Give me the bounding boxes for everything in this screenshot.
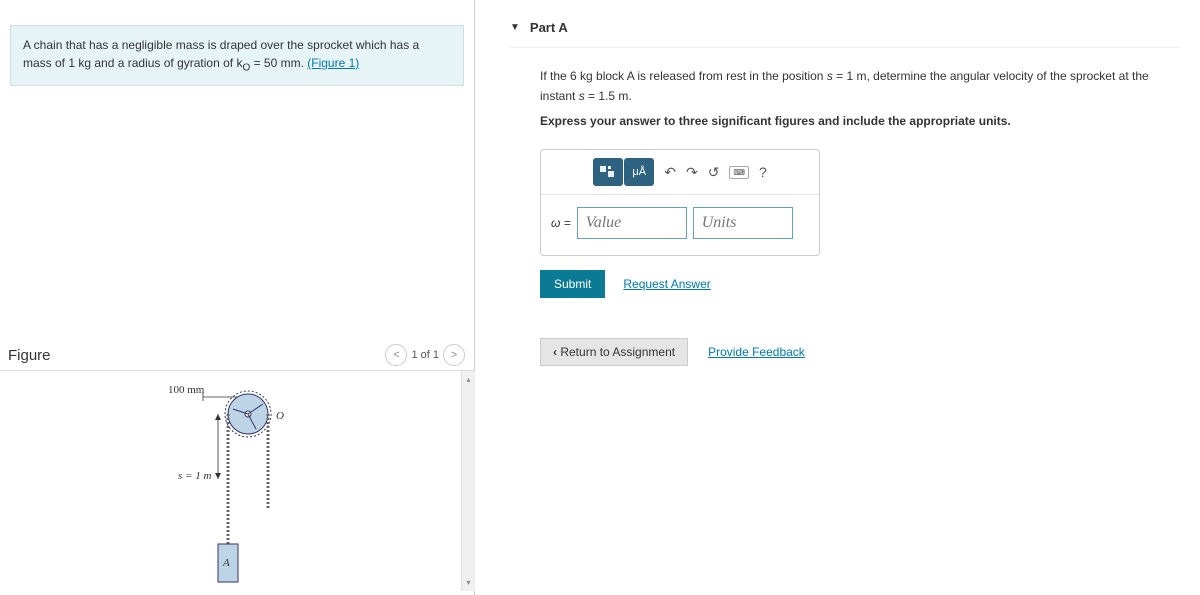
equals-text: = (560, 216, 570, 230)
units-input[interactable] (693, 207, 793, 239)
figure-svg: 100 mm O s = 1 m A (148, 379, 328, 589)
caret-down-icon: ▼ (510, 22, 520, 33)
question-text: If the 6 kg block A is released from res… (540, 66, 1180, 107)
figure-nav: < 1 of 1 > (385, 344, 465, 366)
templates-button[interactable] (593, 158, 623, 186)
problem-text-2: = 50 mm. (250, 56, 307, 70)
fig-label-a: A (222, 557, 230, 569)
value-input[interactable] (577, 207, 687, 239)
part-body: If the 6 kg block A is released from res… (510, 48, 1180, 366)
fig-label-100mm: 100 mm (168, 384, 205, 396)
part-header[interactable]: ▼ Part A (510, 10, 1180, 48)
figure-next-button[interactable]: > (443, 344, 465, 366)
request-answer-link[interactable]: Request Answer (623, 277, 710, 291)
figure-counter: 1 of 1 (411, 349, 439, 361)
submit-row: Submit Request Answer (540, 270, 1180, 298)
fig-label-s: s = 1 m (178, 470, 211, 482)
answer-hint: Express your answer to three significant… (540, 111, 1180, 131)
variable-label: ω = (551, 216, 571, 230)
triangle-up-icon: ▴ (466, 375, 470, 384)
figure-section: Figure < 1 of 1 > 100 mm O (0, 340, 475, 595)
return-row: Return to Assignment Provide Feedback (540, 338, 1180, 366)
figure-title: Figure (8, 347, 51, 364)
q-s2-eq: = 1.5 m. (585, 89, 632, 103)
right-panel: ▼ Part A If the 6 kg block A is released… (490, 0, 1200, 376)
answer-toolbar: μÅ ↶ ↷ ↺ ⌨ ? (541, 150, 819, 195)
figure-prev-button[interactable]: < (385, 344, 407, 366)
fig-label-o: O (276, 410, 284, 422)
templates-icon (599, 165, 617, 179)
problem-statement: A chain that has a negligible mass is dr… (10, 25, 464, 86)
keyboard-button[interactable]: ⌨ (729, 166, 749, 179)
feedback-link[interactable]: Provide Feedback (708, 345, 805, 359)
redo-button[interactable]: ↷ (686, 164, 698, 181)
answer-box: μÅ ↶ ↷ ↺ ⌨ ? ω = (540, 149, 820, 256)
reset-button[interactable]: ↺ (708, 164, 720, 181)
left-panel: A chain that has a negligible mass is dr… (0, 0, 475, 595)
return-button[interactable]: Return to Assignment (540, 338, 688, 366)
help-button[interactable]: ? (759, 164, 767, 180)
submit-button[interactable]: Submit (540, 270, 605, 298)
template-buttons: μÅ (593, 158, 654, 186)
input-row: ω = (541, 195, 819, 255)
figure-link[interactable]: (Figure 1) (307, 56, 359, 70)
part-label: Part A (530, 20, 568, 35)
triangle-down-icon: ▾ (466, 578, 470, 587)
symbols-button[interactable]: μÅ (624, 158, 654, 186)
figure-header: Figure < 1 of 1 > (0, 340, 475, 371)
mu-a-text: μÅ (632, 166, 646, 178)
figure-body: 100 mm O s = 1 m A (0, 371, 475, 591)
problem-text-1: A chain that has a negligible mass is dr… (23, 38, 419, 70)
hint-text: Express your answer to three significant… (540, 114, 1011, 128)
undo-button[interactable]: ↶ (664, 164, 676, 181)
q-prefix: If the 6 kg block A is released from res… (540, 69, 827, 83)
resize-handle[interactable]: ▴ ▾ (461, 371, 475, 591)
omega-symbol: ω (551, 216, 560, 230)
